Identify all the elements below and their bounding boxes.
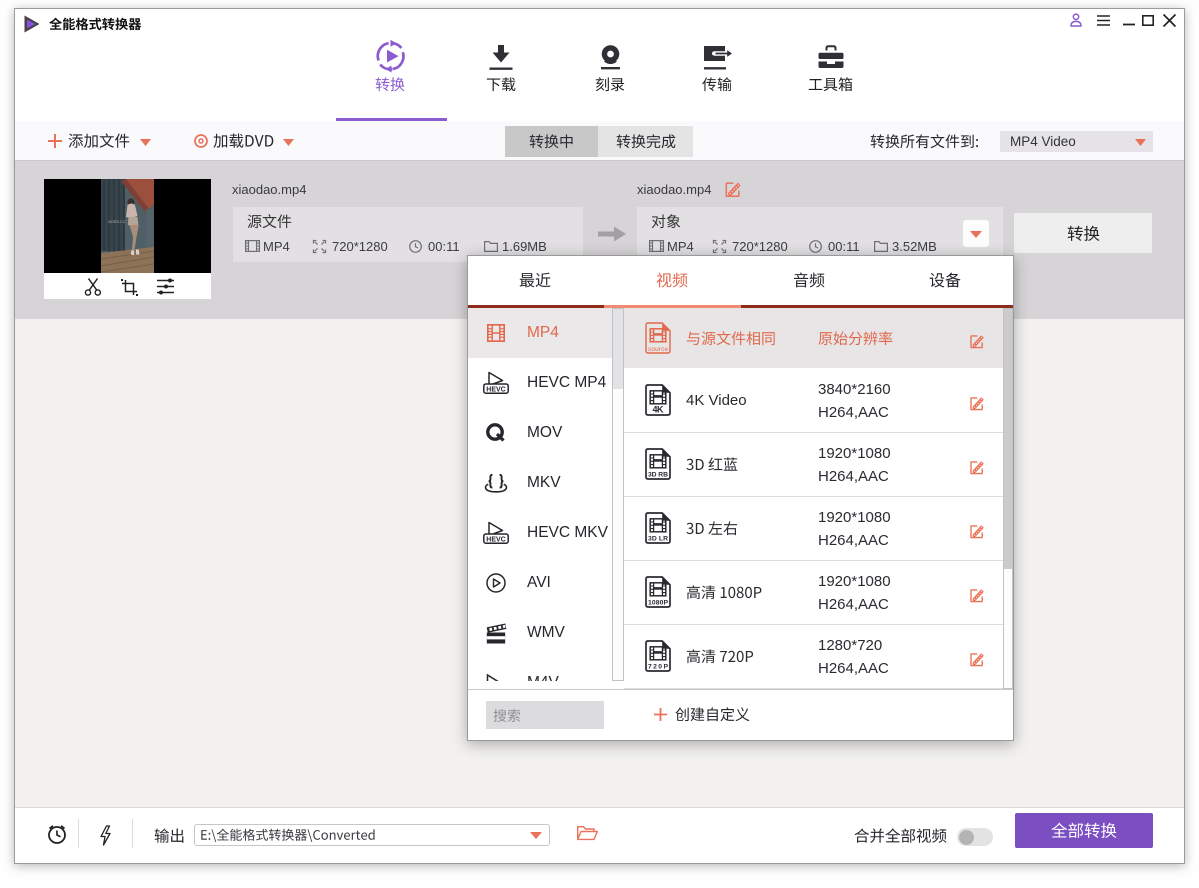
svg-text:720P: 720P: [648, 664, 668, 671]
svg-text:3D LR: 3D LR: [648, 536, 668, 543]
svg-text:4K: 4K: [653, 405, 665, 415]
svg-text:HEVC: HEVC: [486, 386, 505, 393]
svg-text:HEVC: HEVC: [486, 536, 505, 543]
svg-text:3D RB: 3D RB: [648, 472, 668, 479]
svg-text:1080P: 1080P: [648, 600, 668, 607]
svg-text:source: source: [648, 346, 668, 353]
svg-text:VIDEO.CC: VIDEO.CC: [108, 220, 126, 224]
